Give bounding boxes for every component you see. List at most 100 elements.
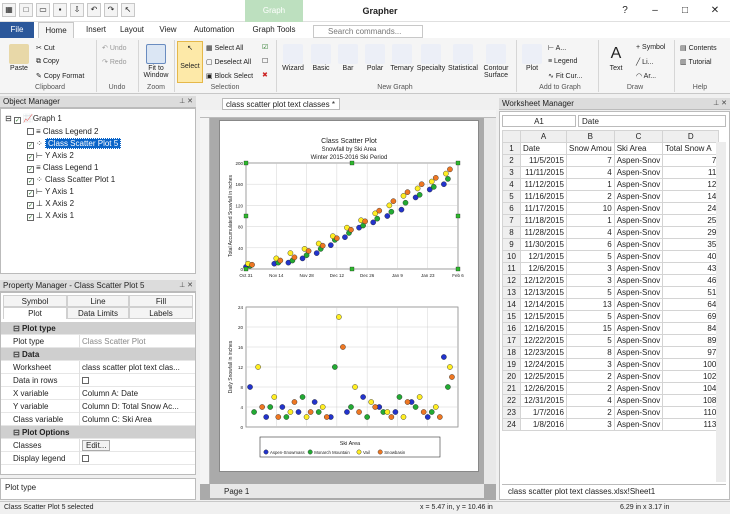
row-header[interactable]: 4 [502, 178, 521, 191]
search-commands-input[interactable]: Search commands... [313, 25, 423, 38]
specialty-graph-button[interactable]: Specialty [416, 44, 446, 72]
fit-to-window-button[interactable]: Fit to Window [140, 44, 172, 79]
polar-graph-button[interactable]: Polar [362, 44, 388, 72]
document-tab[interactable]: class scatter plot text classes * [222, 98, 340, 110]
contents-button[interactable]: ▤ Contents [680, 44, 717, 52]
tree-item[interactable]: ≡ Class Legend 2 [27, 126, 98, 138]
worksheet-cell[interactable]: 5 [566, 310, 615, 323]
row-header[interactable]: 12 [502, 274, 521, 287]
worksheet-cell[interactable]: 14 [662, 190, 720, 203]
worksheet-cell[interactable]: 2 [566, 406, 615, 419]
worksheet-cell[interactable]: 1/7/2016 [520, 406, 567, 419]
delete-x-icon[interactable]: ✖ [262, 71, 268, 79]
tab-layout[interactable]: Layout [114, 22, 150, 38]
worksheet-cell[interactable]: 12/6/2015 [520, 262, 567, 275]
app-icon[interactable]: ▦ [2, 3, 16, 17]
worksheet-cell[interactable]: 40 [662, 250, 720, 263]
tab-symbol[interactable]: Symbol [3, 295, 67, 307]
worksheet-cell[interactable]: 1 [566, 214, 615, 227]
tab-labels[interactable]: Labels [129, 307, 193, 319]
worksheet-cell[interactable]: Aspen-Snov [613, 202, 664, 215]
undo-icon[interactable]: ↶ [87, 3, 101, 17]
basic-graph-button[interactable]: Basic [308, 44, 334, 72]
symbol-button[interactable]: + Symbol [636, 44, 665, 51]
corner-cell[interactable] [502, 130, 521, 143]
redo-icon[interactable]: ↷ [104, 3, 118, 17]
cell-reference[interactable]: A1 [502, 115, 576, 127]
fit-curve-button[interactable]: ∿ Fit Cur... [548, 72, 582, 80]
worksheet-cell[interactable]: 7 [662, 154, 720, 167]
worksheet-cell[interactable]: Aspen-Snov [613, 190, 664, 203]
add-plot-button[interactable]: Plot [520, 44, 544, 72]
row-header[interactable]: 19 [502, 358, 521, 371]
worksheet-cell[interactable]: Aspen-Snov [613, 166, 664, 179]
worksheet-cell[interactable]: Aspen-Snov [613, 178, 664, 191]
visibility-checkbox[interactable] [27, 128, 34, 135]
prop-row-x-variable[interactable]: X variable Column A: Date [1, 387, 195, 400]
worksheet-cell[interactable]: 2 [566, 190, 615, 203]
column-header[interactable]: D [662, 130, 720, 143]
worksheet-cell[interactable]: 4 [566, 166, 615, 179]
worksheet-cell[interactable]: 12/24/2015 [520, 358, 567, 371]
worksheet-cell[interactable]: 11 [662, 166, 720, 179]
tree-item[interactable]: ✓ ⊥ X Axis 1 [27, 210, 74, 222]
tree-item[interactable]: ✓ ⁘ Class Scatter Plot 1 [27, 174, 115, 186]
row-header[interactable]: 9 [502, 238, 521, 251]
worksheet-cell[interactable]: 4 [566, 394, 615, 407]
row-header[interactable]: 17 [502, 334, 521, 347]
worksheet-cell[interactable]: Aspen-Snov [613, 298, 664, 311]
display-legend-checkbox[interactable] [79, 452, 183, 465]
row-header[interactable]: 20 [502, 370, 521, 383]
line-button[interactable]: ╱ Li... [636, 58, 653, 66]
worksheet-cell[interactable]: 100 [662, 358, 720, 371]
worksheet-cell[interactable]: Aspen-Snov [613, 382, 664, 395]
worksheet-cell[interactable]: 43 [662, 262, 720, 275]
block-select-button[interactable]: ▣ Block Select [206, 72, 253, 80]
worksheet-cell[interactable]: 12/16/2015 [520, 322, 567, 335]
row-header[interactable]: 22 [502, 394, 521, 407]
pin-close-icon[interactable]: ⊥ ✕ [179, 280, 193, 292]
row-header[interactable]: 18 [502, 346, 521, 359]
statistical-graph-button[interactable]: Statistical [446, 44, 480, 72]
worksheet-cell[interactable]: 46 [662, 274, 720, 287]
arc-button[interactable]: ◠ Ar... [636, 72, 656, 80]
worksheet-cell[interactable]: 5 [566, 334, 615, 347]
worksheet-cell[interactable]: Aspen-Snov [613, 214, 664, 227]
worksheet-cell[interactable]: 29 [662, 226, 720, 239]
tab-graph-tools[interactable]: Graph Tools [247, 22, 301, 38]
tab-home[interactable]: Home [38, 22, 74, 38]
worksheet-cell[interactable]: Aspen-Snov [613, 286, 664, 299]
row-header[interactable]: 8 [502, 226, 521, 239]
row-header[interactable]: 10 [502, 250, 521, 263]
pointer-icon[interactable]: ↖ [121, 3, 135, 17]
text-button[interactable]: A Text [604, 44, 628, 72]
worksheet-cell[interactable]: 5 [566, 286, 615, 299]
worksheet-cell[interactable]: 1 [566, 178, 615, 191]
worksheet-cell[interactable]: Aspen-Snov [613, 310, 664, 323]
worksheet-cell[interactable]: Aspen-Snov [613, 250, 664, 263]
worksheet-cell[interactable]: 113 [662, 418, 720, 431]
undo-button[interactable]: ↶ Undo [102, 44, 127, 52]
close-icon[interactable]: ✕ [700, 0, 730, 22]
add-axis-button[interactable]: ⊢ A... [548, 44, 566, 52]
tab-automation[interactable]: Automation [188, 22, 240, 38]
row-header[interactable]: 11 [502, 262, 521, 275]
tab-insert[interactable]: Insert [80, 22, 112, 38]
help-question-icon[interactable]: ? [610, 0, 640, 22]
worksheet-cell[interactable]: 11/16/2015 [520, 190, 567, 203]
tab-file[interactable]: File [0, 22, 34, 38]
worksheet-cell[interactable]: Aspen-Snov [613, 406, 664, 419]
row-header[interactable]: 15 [502, 310, 521, 323]
worksheet-cell[interactable]: 11/17/2015 [520, 202, 567, 215]
worksheet-cell[interactable]: Aspen-Snov [613, 418, 664, 431]
worksheet-cell[interactable]: Aspen-Snov [613, 334, 664, 347]
worksheet-cell[interactable]: 12 [662, 178, 720, 191]
row-header[interactable]: 24 [502, 418, 521, 431]
prop-row-worksheet[interactable]: Worksheet class scatter plot text clas... [1, 361, 195, 374]
visibility-checkbox[interactable]: ✓ [27, 142, 34, 149]
worksheet-cell[interactable]: Ski Area [613, 142, 664, 155]
worksheet-cell[interactable]: 11/30/2015 [520, 238, 567, 251]
worksheet-cell[interactable]: Aspen-Snov [613, 154, 664, 167]
save-icon[interactable]: ▪ [53, 3, 67, 17]
visibility-checkbox[interactable]: ✓ [27, 190, 34, 197]
